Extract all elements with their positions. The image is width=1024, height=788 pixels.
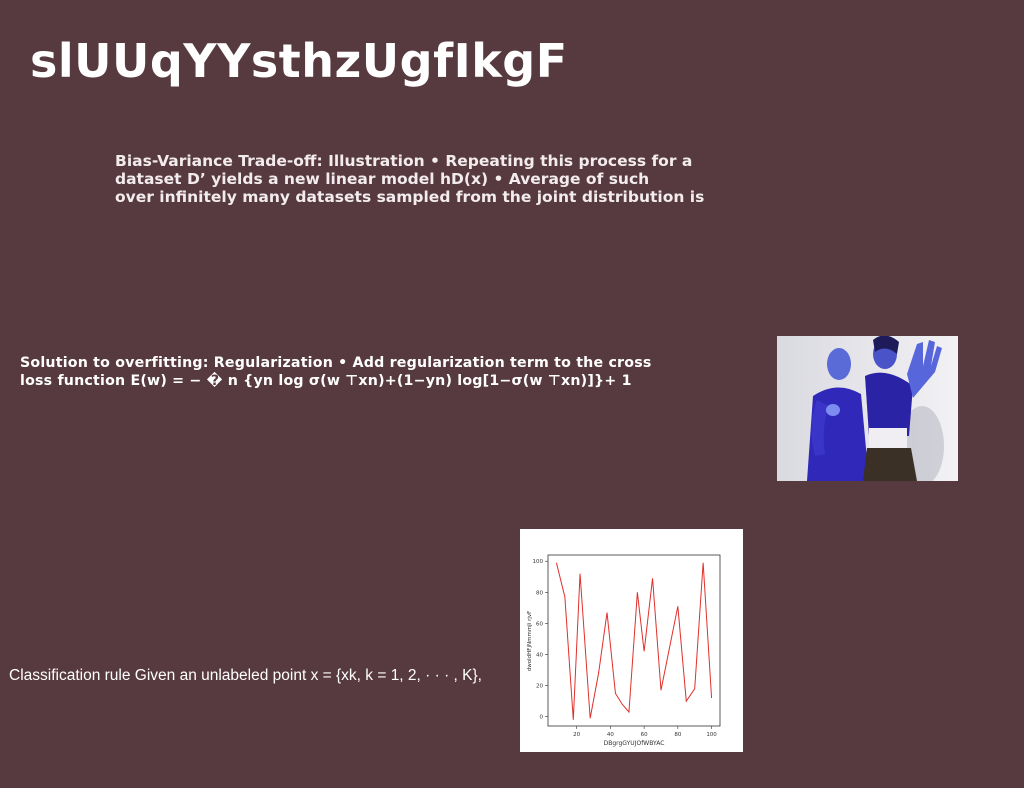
photo-of-two-people-icon [777, 336, 958, 481]
x-tick-label: 20 [573, 732, 580, 738]
series-line [555, 562, 713, 720]
bias-variance-text: Bias-Variance Trade-off: Illustration • … [115, 152, 725, 206]
y-tick-label: 60 [536, 621, 543, 627]
text-line: dataset D’ yields a new linear model hD(… [115, 170, 650, 188]
text-line: Bias-Variance Trade-off: Illustration • … [115, 152, 693, 170]
text-line: over infinitely many datasets sampled fr… [115, 188, 705, 206]
x-tick-label: 100 [706, 732, 717, 738]
classification-rule-text: Classification rule Given an unlabeled p… [9, 667, 482, 684]
regularization-text: Solution to overfitting: Regularization … [20, 354, 670, 390]
y-tick-label: 100 [533, 559, 544, 565]
text-line: loss function E(w) = − � n {yn log σ(w ⊤… [20, 373, 632, 389]
y-tick-label: 0 [540, 715, 544, 721]
y-tick-label: 40 [536, 652, 543, 658]
line-chart-svg: 0 20 40 60 80 100 20 40 60 80 100 DBgrgGYUJOfWBYA… [527, 554, 721, 747]
line-chart: 0 20 40 60 80 100 20 40 60 80 100 DBgrgGYUJOfWBYA… [520, 529, 743, 752]
x-axis-label: DBgrgGYUJOfWBYAC [604, 740, 665, 747]
y-tick-label: 80 [536, 590, 543, 596]
x-tick-label: 40 [607, 732, 614, 738]
x-tick-label: 80 [674, 732, 681, 738]
photo-image [777, 336, 958, 481]
y-axis-label: dwoIdHFjNmmmJi rjvF [527, 611, 533, 672]
x-tick-label: 60 [641, 732, 648, 738]
slide-title: slUUqYYsthzUgfIkgF [30, 34, 568, 88]
text-line: Solution to overfitting: Regularization … [20, 355, 652, 371]
y-tick-label: 20 [536, 684, 543, 690]
